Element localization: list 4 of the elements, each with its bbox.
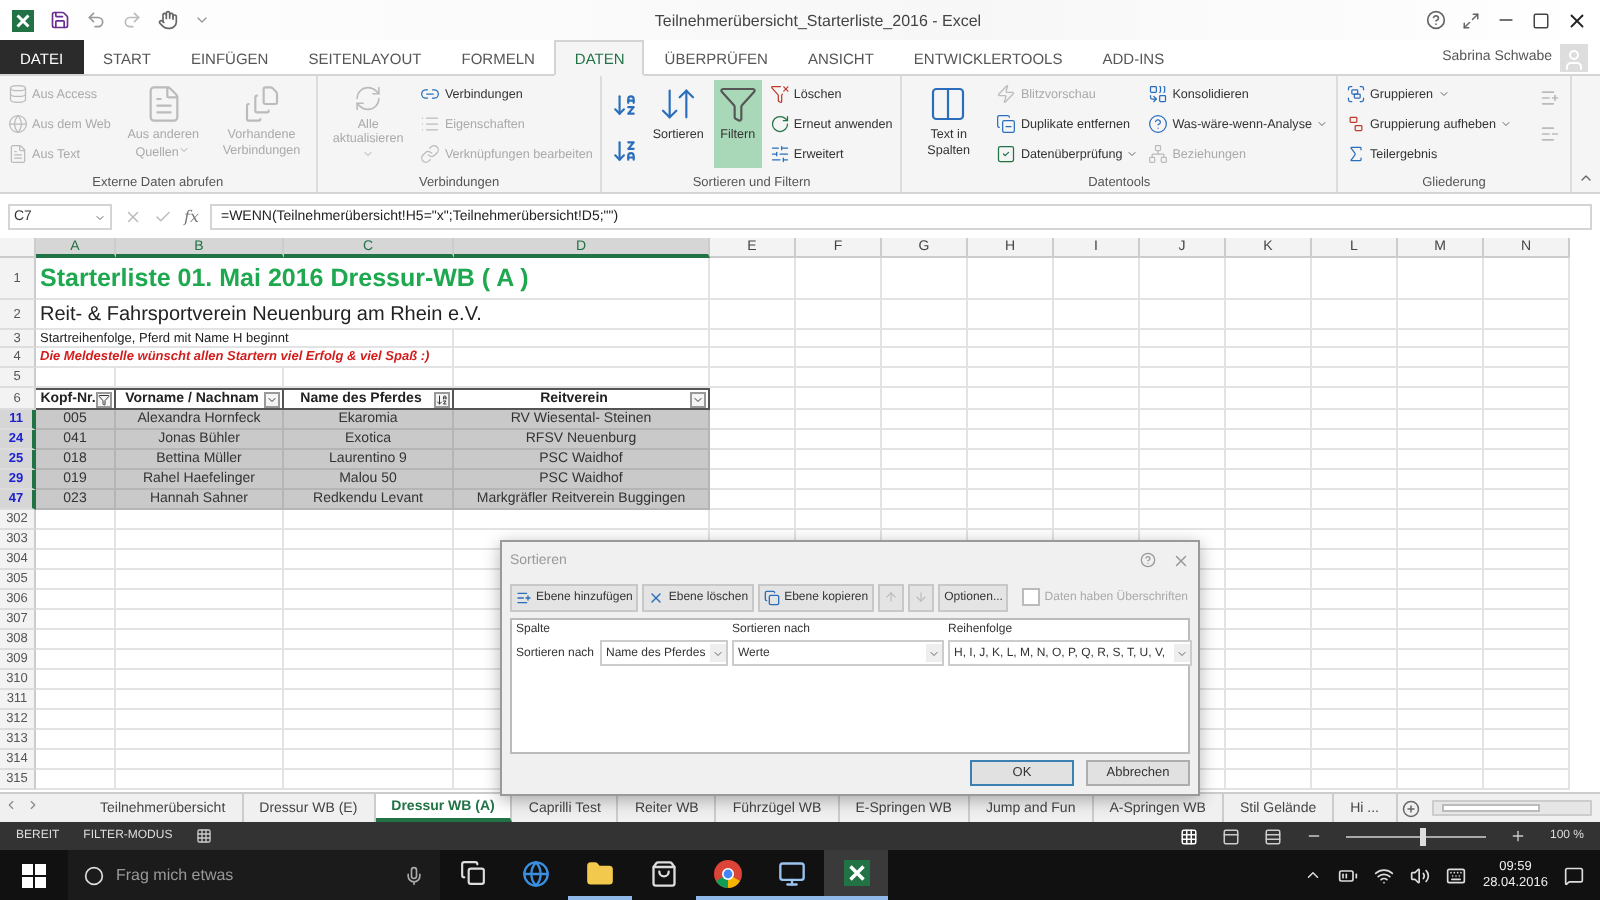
insert-function-button[interactable]: fx: [184, 208, 199, 226]
search-field[interactable]: Frag mich etwas: [68, 850, 440, 900]
window-title: Teilnehmerübersicht_Starterliste_2016 - Excel: [652, 11, 984, 29]
sheet-title: Starterliste 01. Mai 2016 Dressur-WB ( A ): [36, 258, 710, 300]
